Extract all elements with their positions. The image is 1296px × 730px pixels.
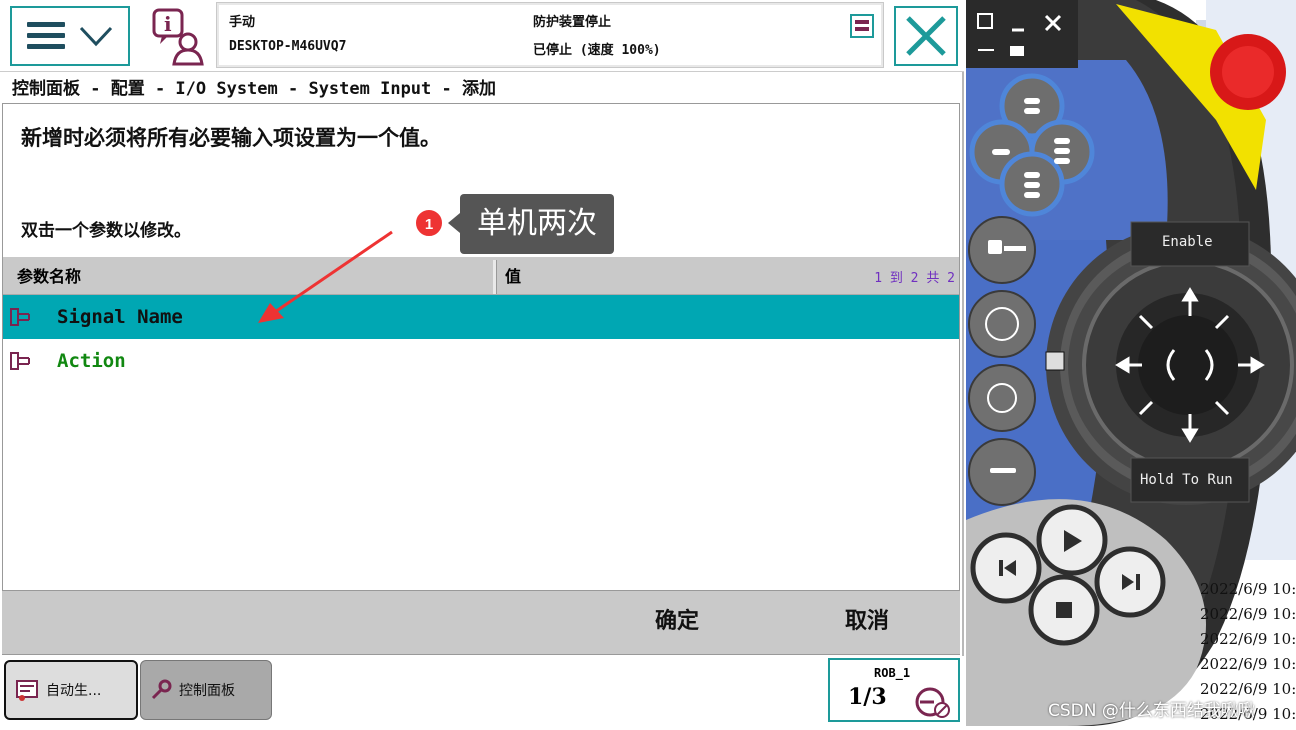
flexpendant-screen: i 手动 DESKTOP-M46UVQ7 防护装置停止 已停止 (速度 100%… bbox=[0, 0, 964, 726]
log-entry: 2022/6/9 10: bbox=[1200, 580, 1296, 598]
chevron-down-icon bbox=[79, 26, 113, 47]
watermark: CSDN @什么东西结我啾啾 bbox=[1048, 701, 1255, 721]
breadcrumb: 控制面板 - 配置 - I/O System - System Input - … bbox=[12, 79, 496, 99]
top-bar: i 手动 DESKTOP-M46UVQ7 防护装置停止 已停止 (速度 100%… bbox=[0, 0, 964, 72]
status-panel: 手动 DESKTOP-M46UVQ7 防护装置停止 已停止 (速度 100%) bbox=[216, 2, 884, 68]
robot-name: ROB_1 bbox=[874, 666, 911, 680]
main-menu-button[interactable] bbox=[10, 6, 130, 66]
callout-number-badge: 1 bbox=[414, 208, 444, 238]
column-divider[interactable] bbox=[493, 260, 497, 294]
table-row[interactable]: Signal Name bbox=[3, 295, 959, 339]
parameter-panel: 新增时必须将所有必要输入项设置为一个值。 双击一个参数以修改。 参数名称 值 1… bbox=[2, 103, 960, 655]
run-status: 已停止 (速度 100%) bbox=[533, 43, 661, 58]
table-header: 参数名称 值 1 到 2 共 2 bbox=[3, 257, 959, 295]
enable-button-label[interactable]: Enable bbox=[1162, 234, 1213, 250]
callout-tail bbox=[448, 213, 460, 233]
production-window-icon bbox=[16, 680, 38, 701]
column-header-value: 值 bbox=[505, 267, 522, 286]
log-entry: 2022/6/9 10: bbox=[1200, 605, 1296, 623]
svg-text:i: i bbox=[164, 12, 172, 36]
safety-status: 防护装置停止 bbox=[533, 15, 612, 30]
action-bar: 确定 取消 bbox=[2, 590, 960, 654]
speed-icon bbox=[915, 687, 950, 718]
instruction-text: 新增时必须将所有必要输入项设置为一个值。 bbox=[21, 125, 441, 150]
device-label: DESKTOP-M46UVQ7 bbox=[229, 39, 347, 54]
mode-label: 手动 bbox=[229, 15, 256, 30]
log-entry: 2022/6/9 10: bbox=[1200, 630, 1296, 648]
event-log-icon[interactable]: i bbox=[148, 6, 208, 66]
close-button[interactable] bbox=[894, 6, 958, 66]
wrench-icon bbox=[151, 679, 172, 700]
task-label: 自动生... bbox=[46, 683, 102, 699]
column-header-name: 参数名称 bbox=[17, 267, 82, 286]
task-fraction: 1/3 bbox=[848, 684, 887, 710]
table-row[interactable]: Action bbox=[3, 339, 959, 383]
log-entry: 2022/6/9 10: bbox=[1200, 655, 1296, 673]
param-name: Signal Name bbox=[57, 306, 183, 328]
quickset-button[interactable]: ROB_1 1/3 bbox=[828, 658, 960, 722]
cancel-button[interactable]: 取消 bbox=[802, 591, 932, 653]
hamburger-icon bbox=[27, 22, 65, 50]
close-icon bbox=[906, 16, 946, 56]
signal-param-icon bbox=[10, 352, 30, 370]
program-status-icon bbox=[850, 14, 874, 38]
taskbar: 自动生... 控制面板 ROB_1 1/3 bbox=[0, 656, 964, 726]
task-control-panel[interactable]: 控制面板 bbox=[140, 660, 272, 720]
hold-to-run-label[interactable]: Hold To Run bbox=[1140, 472, 1233, 488]
callout-annotation: 单机两次 bbox=[460, 194, 614, 254]
hint-text: 双击一个参数以修改。 bbox=[21, 221, 191, 241]
param-name: Action bbox=[57, 350, 126, 372]
task-auto-production[interactable]: 自动生... bbox=[4, 660, 138, 720]
task-label: 控制面板 bbox=[179, 683, 235, 699]
ok-button[interactable]: 确定 bbox=[612, 591, 742, 653]
signal-param-icon bbox=[10, 308, 30, 326]
pagination-label: 1 到 2 共 2 bbox=[874, 271, 955, 286]
